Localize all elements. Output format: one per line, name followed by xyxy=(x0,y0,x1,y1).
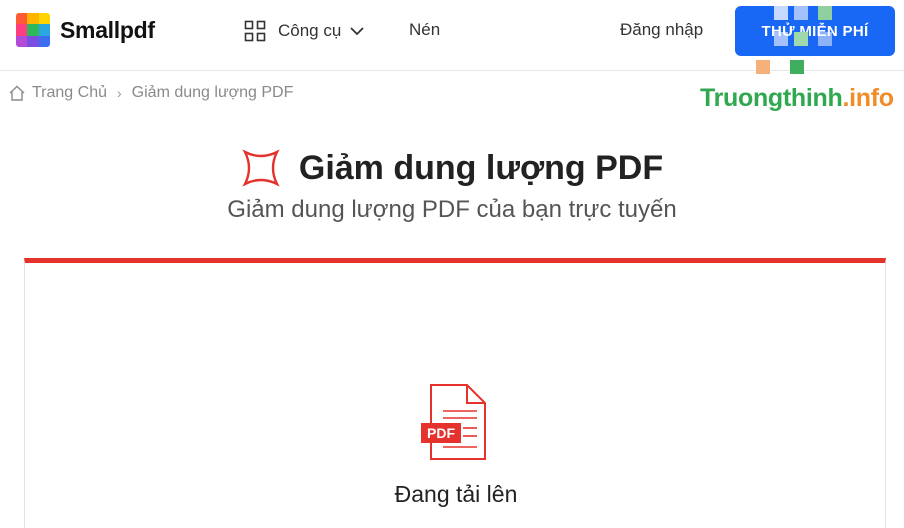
breadcrumb: Trang Chủ › Giảm dung lượng PDF xyxy=(8,84,293,102)
watermark-logo: Truongthinh.info xyxy=(700,84,894,113)
breadcrumb-current: Giảm dung lượng PDF xyxy=(131,84,294,101)
tools-label: Công cụ xyxy=(278,21,342,40)
upload-card: PDF Đang tải lên xyxy=(24,258,886,528)
smallpdf-logo-icon xyxy=(16,13,50,47)
grid-icon xyxy=(244,20,266,42)
pdf-file-icon: PDF xyxy=(421,384,486,460)
upload-status: Đang tải lên xyxy=(394,481,518,507)
top-navbar: Smallpdf Công cụ Nén Đăng nhập THỬ MIỄN … xyxy=(0,0,904,71)
tools-menu[interactable]: Công cụ xyxy=(244,20,365,42)
chevron-down-icon xyxy=(350,27,364,36)
page-heading: Giảm dung lượng PDF xyxy=(0,148,904,188)
breadcrumb-separator: › xyxy=(117,85,122,101)
smallpdf-logo[interactable]: Smallpdf xyxy=(16,13,155,47)
breadcrumb-home[interactable]: Trang Chủ xyxy=(32,84,107,102)
home-icon[interactable] xyxy=(8,84,26,102)
login-link[interactable]: Đăng nhập xyxy=(620,20,703,40)
free-trial-button[interactable]: THỬ MIỄN PHÍ xyxy=(735,6,895,56)
watermark-text-green: Truongthinh xyxy=(700,84,843,112)
nav-compress-link[interactable]: Nén xyxy=(409,20,440,40)
compress-icon xyxy=(242,149,280,187)
page-subtitle: Giảm dung lượng PDF của bạn trực tuyến xyxy=(227,196,677,223)
pdf-badge-text: PDF xyxy=(427,425,455,441)
page-title: Giảm dung lượng PDF xyxy=(298,148,664,187)
logo-text: Smallpdf xyxy=(60,16,155,43)
watermark-text-orange: .info xyxy=(842,84,895,112)
